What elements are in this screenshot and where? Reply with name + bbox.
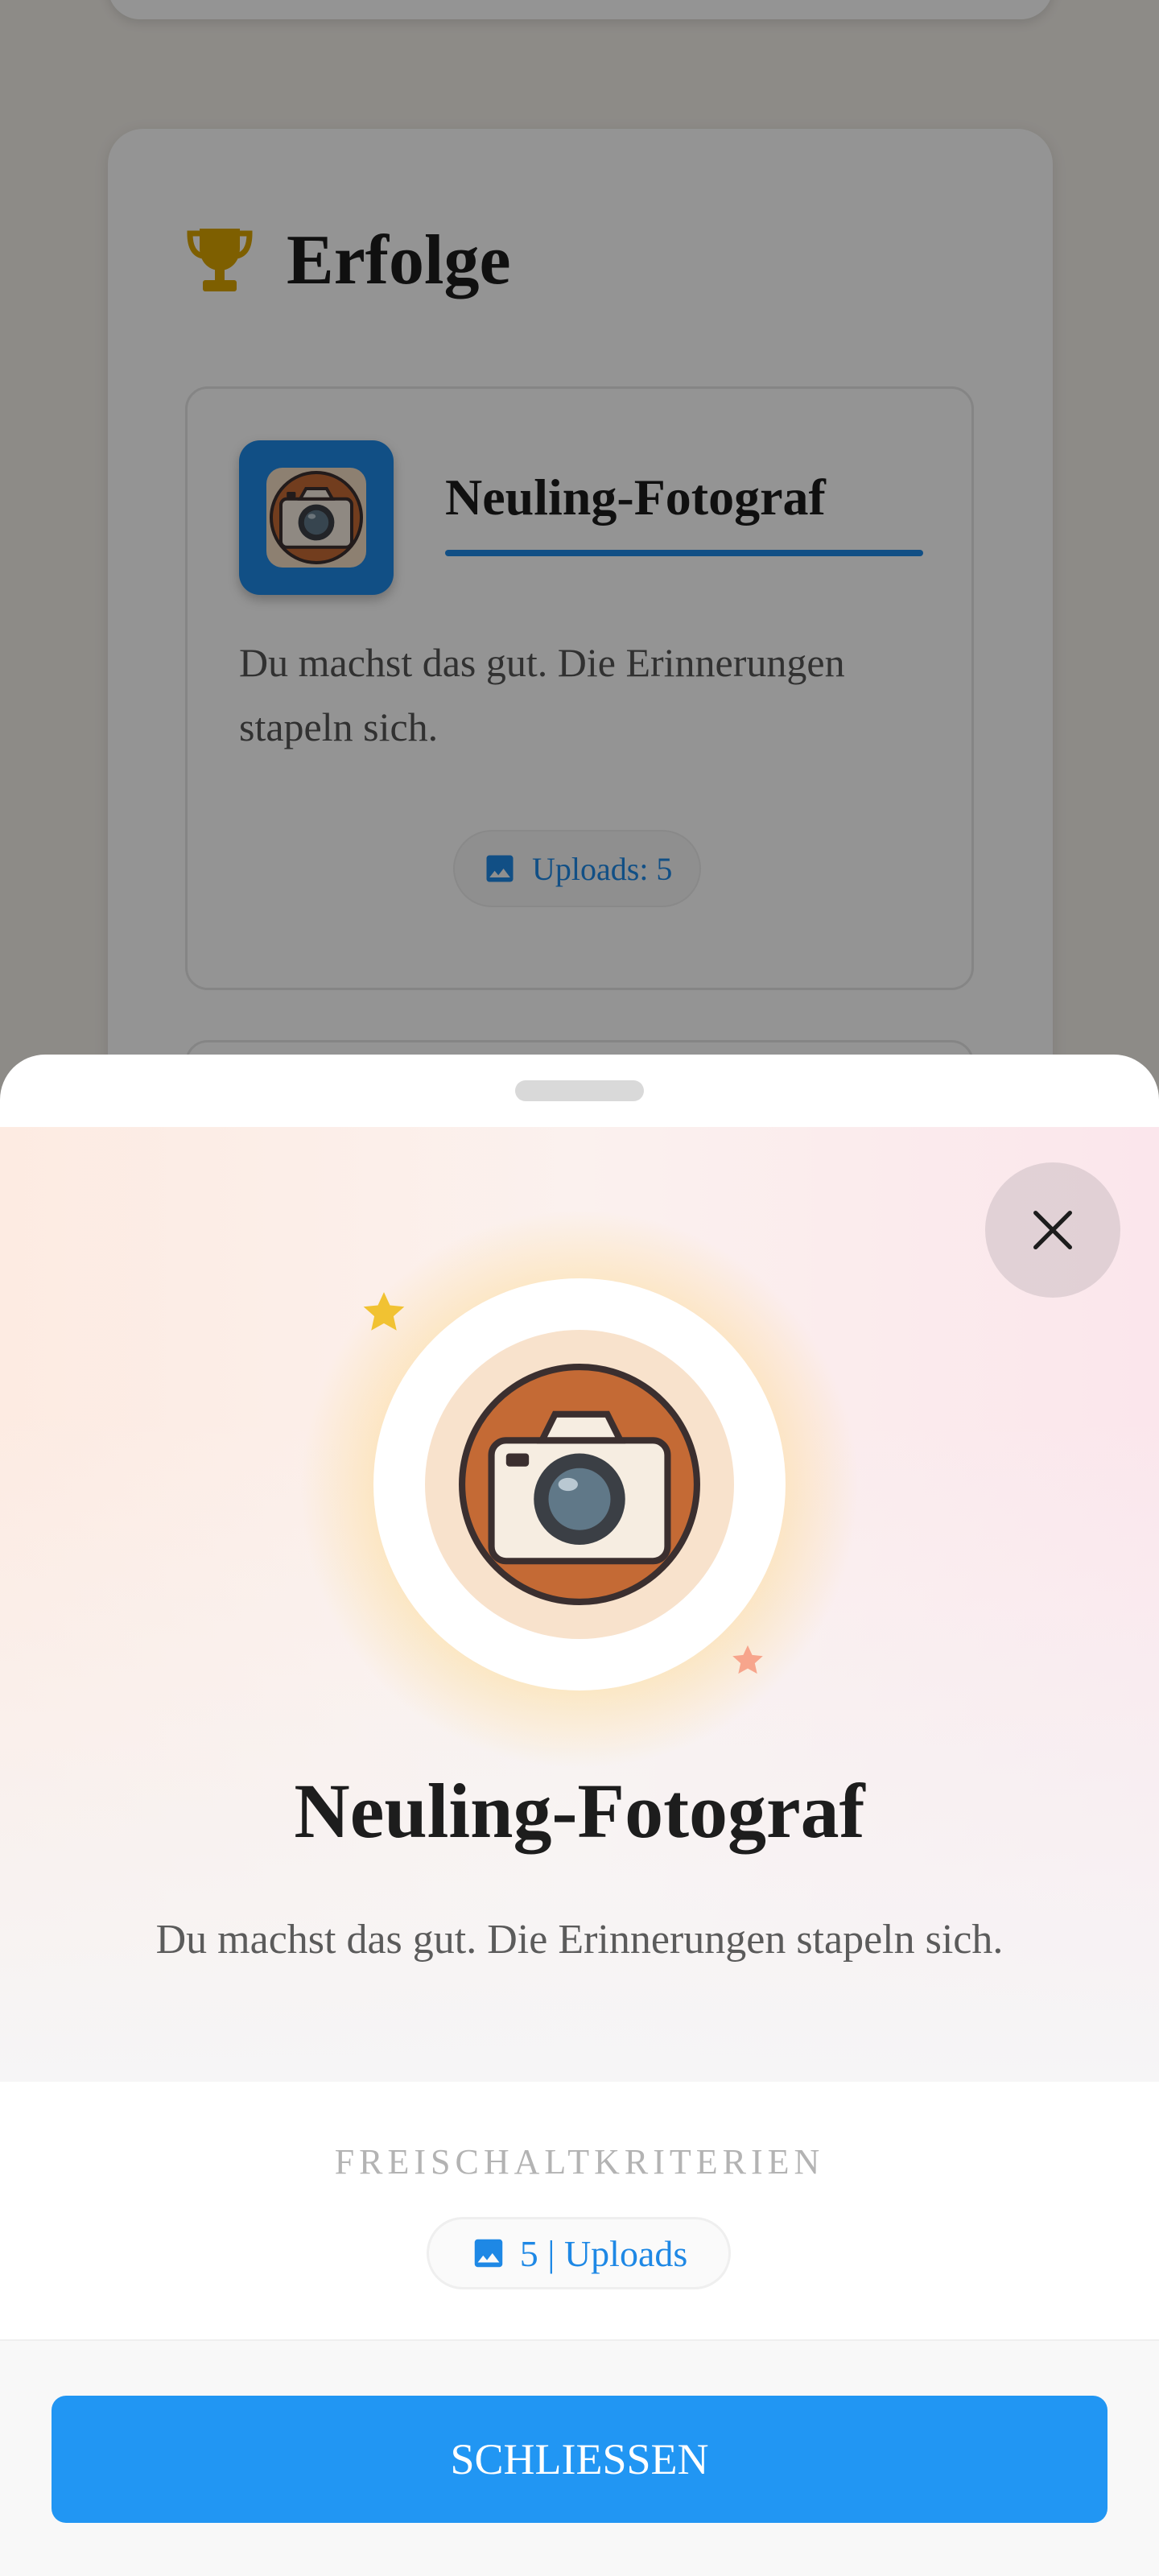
close-icon-button[interactable] [985,1162,1120,1298]
criteria-chip: 5 | Uploads [427,2217,731,2289]
camera-icon [459,1364,700,1605]
image-icon [474,2239,502,2268]
star-icon [363,1292,405,1331]
criteria-label: FREISCHALTKRITERIEN [334,2142,825,2182]
achievement-title: Neuling-Fotograf [294,1768,865,1854]
drag-handle[interactable] [515,1080,644,1101]
close-icon [1033,1211,1072,1249]
close-button[interactable]: SCHLIESSEN [52,2396,1107,2523]
criteria-chip-label: 5 | Uploads [519,2232,688,2274]
achievement-description: Du machst das gut. Die Erinnerungen stap… [155,1917,1004,1963]
sparkle-icon [732,1645,763,1674]
achievement-badge [373,1278,786,1690]
